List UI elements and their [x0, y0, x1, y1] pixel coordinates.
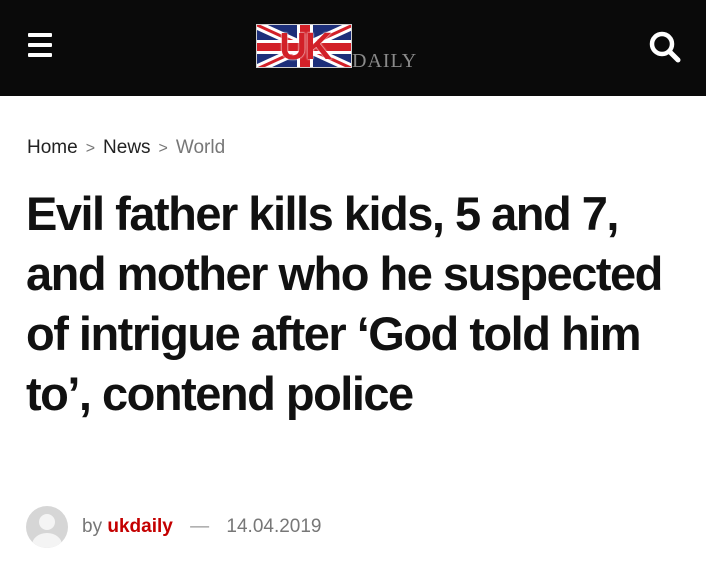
- logo-suffix-text: DAILY: [352, 50, 418, 72]
- hamburger-menu-icon[interactable]: [28, 33, 52, 57]
- chevron-right-icon: >: [158, 140, 168, 157]
- byline-prefix: by: [82, 516, 103, 537]
- logo-flag-text: UK: [279, 26, 333, 68]
- chevron-right-icon: >: [85, 140, 96, 157]
- search-icon[interactable]: [648, 30, 682, 64]
- top-header-bar: UK DAILY: [0, 0, 706, 96]
- article-title: Evil father kills kids, 5 and 7, and mot…: [26, 187, 663, 420]
- author-link[interactable]: ukdaily: [107, 516, 172, 537]
- site-logo[interactable]: UK DAILY: [256, 24, 446, 72]
- union-jack-flag-icon: UK: [256, 24, 352, 68]
- breadcrumb-news[interactable]: News: [103, 137, 151, 158]
- publish-date: 14.04.2019: [226, 516, 322, 537]
- author-avatar[interactable]: [26, 506, 68, 548]
- breadcrumb-world: World: [175, 137, 226, 158]
- byline-dash: —: [190, 516, 210, 537]
- breadcrumb-home[interactable]: Home: [27, 137, 78, 158]
- byline-text: by ukdaily — 14.04.2019: [82, 514, 322, 540]
- article-byline: by ukdaily — 14.04.2019: [26, 506, 686, 550]
- breadcrumb: Home > News > World: [27, 134, 225, 162]
